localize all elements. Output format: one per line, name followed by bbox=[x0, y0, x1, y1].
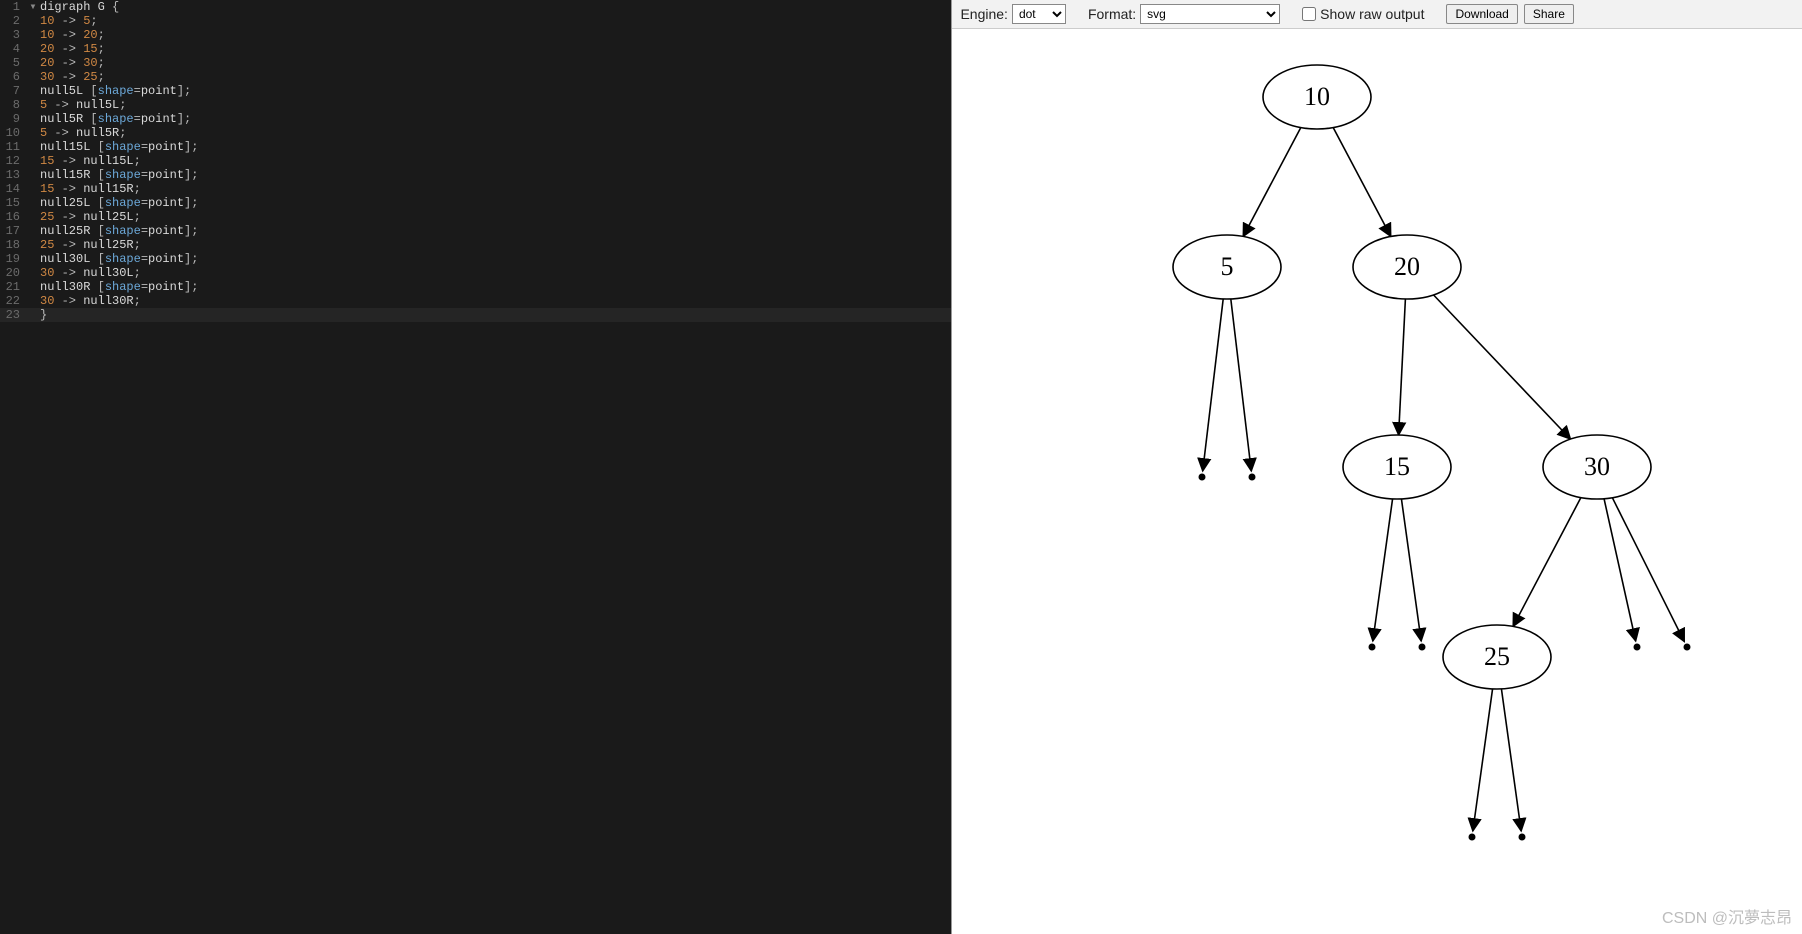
line-number: 9 bbox=[0, 112, 28, 126]
code-line[interactable]: 2030 -> null30L; bbox=[0, 266, 951, 280]
graph-edge bbox=[1373, 499, 1393, 641]
code-line[interactable]: 11null15L [shape=point]; bbox=[0, 140, 951, 154]
graph-node-label: 20 bbox=[1394, 252, 1420, 281]
code-line[interactable]: 1▾digraph G { bbox=[0, 0, 951, 14]
graph-node-label: 25 bbox=[1484, 642, 1510, 671]
graph-edge bbox=[1473, 689, 1493, 831]
app-root: 1▾digraph G {210 -> 5;310 -> 20;420 -> 1… bbox=[0, 0, 1802, 934]
graph-edge bbox=[1434, 295, 1571, 439]
line-number: 3 bbox=[0, 28, 28, 42]
graph-point bbox=[1419, 644, 1426, 651]
output-pane: Engine: dot Format: svg Show raw output … bbox=[951, 0, 1802, 934]
graph-point bbox=[1469, 834, 1476, 841]
code-line[interactable]: 420 -> 15; bbox=[0, 42, 951, 56]
line-number: 10 bbox=[0, 126, 28, 140]
line-number: 1 bbox=[0, 0, 28, 14]
code-editor[interactable]: 1▾digraph G {210 -> 5;310 -> 20;420 -> 1… bbox=[0, 0, 951, 934]
line-number: 2 bbox=[0, 14, 28, 28]
line-number: 6 bbox=[0, 70, 28, 84]
fold-icon[interactable]: ▾ bbox=[28, 0, 38, 14]
line-number: 21 bbox=[0, 280, 28, 294]
graph-point bbox=[1634, 644, 1641, 651]
graph-edge bbox=[1513, 498, 1581, 627]
graph-point bbox=[1199, 474, 1206, 481]
graph-edge bbox=[1243, 128, 1301, 237]
line-number: 4 bbox=[0, 42, 28, 56]
engine-select[interactable]: dot bbox=[1012, 4, 1066, 24]
code-line[interactable]: 1215 -> null15L; bbox=[0, 154, 951, 168]
format-select[interactable]: svg bbox=[1140, 4, 1280, 24]
format-label: Format: svg bbox=[1088, 4, 1280, 24]
line-number: 22 bbox=[0, 294, 28, 308]
raw-output-checkbox[interactable] bbox=[1302, 7, 1316, 21]
line-number: 11 bbox=[0, 140, 28, 154]
graph-edge bbox=[1231, 299, 1251, 471]
code-line[interactable]: 520 -> 30; bbox=[0, 56, 951, 70]
graph-point bbox=[1519, 834, 1526, 841]
line-number: 8 bbox=[0, 98, 28, 112]
line-number: 17 bbox=[0, 224, 28, 238]
code-line[interactable]: 210 -> 5; bbox=[0, 14, 951, 28]
code-line[interactable]: 9null5R [shape=point]; bbox=[0, 112, 951, 126]
share-button[interactable]: Share bbox=[1524, 4, 1574, 24]
code-line[interactable]: 1415 -> null15R; bbox=[0, 182, 951, 196]
graph-node-label: 5 bbox=[1221, 252, 1234, 281]
raw-output-text: Show raw output bbox=[1320, 6, 1424, 22]
graph-node-label: 30 bbox=[1584, 452, 1610, 481]
line-number: 19 bbox=[0, 252, 28, 266]
engine-label-text: Engine: bbox=[960, 6, 1007, 22]
graph-point bbox=[1249, 474, 1256, 481]
code-line[interactable]: 13null15R [shape=point]; bbox=[0, 168, 951, 182]
code-line[interactable]: 21null30R [shape=point]; bbox=[0, 280, 951, 294]
graph-edge bbox=[1502, 689, 1522, 831]
line-number: 15 bbox=[0, 196, 28, 210]
code-line[interactable]: 310 -> 20; bbox=[0, 28, 951, 42]
line-number: 20 bbox=[0, 266, 28, 280]
download-button[interactable]: Download bbox=[1446, 4, 1517, 24]
graph-node-label: 15 bbox=[1384, 452, 1410, 481]
code-line[interactable]: 105 -> null5R; bbox=[0, 126, 951, 140]
code-line[interactable]: 85 -> null5L; bbox=[0, 98, 951, 112]
line-number: 16 bbox=[0, 210, 28, 224]
line-number: 23 bbox=[0, 308, 28, 322]
line-number: 12 bbox=[0, 154, 28, 168]
engine-label: Engine: dot bbox=[960, 4, 1065, 24]
graph-node-label: 10 bbox=[1304, 82, 1330, 111]
graph-point bbox=[1684, 644, 1691, 651]
graph-edge bbox=[1613, 498, 1685, 642]
line-number: 18 bbox=[0, 238, 28, 252]
graph-area[interactable]: 10 5 20 15 30 25 bbox=[952, 29, 1802, 934]
code-line[interactable]: 2230 -> null30R; bbox=[0, 294, 951, 308]
line-number: 13 bbox=[0, 168, 28, 182]
code-line[interactable]: 1625 -> null25L; bbox=[0, 210, 951, 224]
code-line[interactable]: 7null5L [shape=point]; bbox=[0, 84, 951, 98]
format-label-text: Format: bbox=[1088, 6, 1136, 22]
code-line[interactable]: 19null30L [shape=point]; bbox=[0, 252, 951, 266]
graph-edge bbox=[1333, 128, 1391, 237]
graph-edge bbox=[1604, 499, 1636, 641]
code-line[interactable]: 23} bbox=[0, 308, 951, 322]
graph-svg: 10 5 20 15 30 25 bbox=[1027, 47, 1727, 877]
graph-edge bbox=[1402, 499, 1422, 641]
line-number: 7 bbox=[0, 84, 28, 98]
code-line[interactable]: 15null25L [shape=point]; bbox=[0, 196, 951, 210]
graph-point bbox=[1369, 644, 1376, 651]
raw-output-label[interactable]: Show raw output bbox=[1302, 6, 1424, 22]
graph-edge bbox=[1399, 299, 1406, 435]
code-line[interactable]: 1825 -> null25R; bbox=[0, 238, 951, 252]
graph-edge bbox=[1203, 299, 1223, 471]
output-toolbar: Engine: dot Format: svg Show raw output … bbox=[952, 0, 1802, 29]
code-line[interactable]: 17null25R [shape=point]; bbox=[0, 224, 951, 238]
line-number: 14 bbox=[0, 182, 28, 196]
code-line[interactable]: 630 -> 25; bbox=[0, 70, 951, 84]
line-number: 5 bbox=[0, 56, 28, 70]
